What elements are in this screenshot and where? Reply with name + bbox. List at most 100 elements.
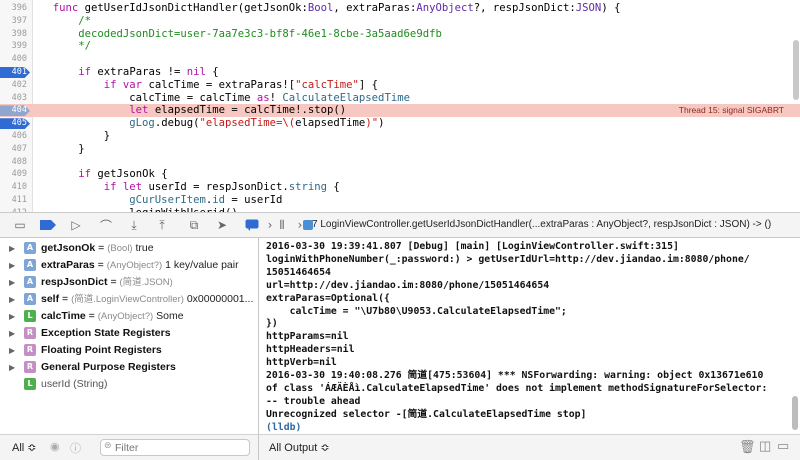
- disclosure-triangle-icon[interactable]: ▶: [9, 308, 15, 325]
- line-number: 396: [11, 3, 27, 13]
- line-number: 404: [11, 105, 27, 116]
- variable-row[interactable]: ▶ R Floating Point Registers: [0, 342, 258, 359]
- disclosure-triangle-icon[interactable]: ▶: [9, 359, 15, 376]
- disclosure-triangle-icon[interactable]: ▶: [9, 274, 15, 291]
- variable-text: extraParas = (AnyObject?) 1 key/value pa…: [41, 259, 239, 271]
- code-editor[interactable]: 396 func getUserIdJsonDictHandler(getJso…: [0, 0, 800, 212]
- variable-kind-badge: R: [24, 344, 36, 356]
- line-number: 410: [11, 182, 27, 193]
- code-line[interactable]: 396 func getUserIdJsonDictHandler(getJso…: [0, 2, 800, 15]
- console-line: url=http://dev.jiandao.im:8080/phone/150…: [266, 279, 550, 291]
- variable-type: (简道.JSON): [119, 277, 173, 288]
- variable-text: self = (简道.LoginViewController) 0x000000…: [41, 293, 254, 305]
- step-over-icon[interactable]: ⌒: [98, 217, 114, 233]
- console-line: }): [266, 318, 278, 330]
- line-number: 398: [11, 28, 27, 39]
- variables-view[interactable]: ▶ AgetJsonOk = (Bool) true ▶ AextraParas = …: [0, 238, 258, 434]
- code-text: }: [40, 130, 111, 142]
- variables-scope-popup[interactable]: All ≎: [12, 441, 37, 454]
- variable-name: self: [41, 293, 60, 305]
- disclosure-triangle-icon[interactable]: ▶: [9, 257, 15, 274]
- console-line: 2016-03-30 19:40:08.276 简道[475:53604] **…: [266, 370, 764, 381]
- variable-type: (AnyObject?): [106, 260, 163, 271]
- code-line[interactable]: 398 decodedJsonDict=user-7aa7e3c3-bf8f-4…: [0, 28, 800, 41]
- console-output-popup[interactable]: All Output ≎: [269, 441, 330, 454]
- location-icon[interactable]: ➤: [214, 217, 230, 233]
- crash-annotation[interactable]: Thread 15: signal SIGABRT: [679, 104, 784, 117]
- variable-kind-badge: R: [24, 327, 36, 339]
- variable-row[interactable]: ▶ ArespJsonDict = (简道.JSON): [0, 274, 258, 291]
- code-line[interactable]: 402 if var calcTime = extraParas!["calcT…: [0, 79, 800, 92]
- code-line-crash[interactable]: 404 let elapsedTime = calcTime!.stop() Th…: [0, 104, 800, 118]
- disclosure-triangle-icon[interactable]: ▶: [9, 291, 15, 308]
- breakpoints-toggle-icon[interactable]: [40, 217, 56, 233]
- editor-scrollbar[interactable]: [793, 40, 799, 100]
- code-line[interactable]: 411 gCurUserItem.id = userId: [0, 194, 800, 207]
- console-output[interactable]: 2016-03-30 19:39:41.807 [Debug] [main] […: [259, 238, 800, 434]
- disclosure-triangle-icon[interactable]: ▶: [9, 240, 15, 257]
- code-text: if var calcTime = extraParas!["calcTime"…: [103, 78, 379, 91]
- code-line[interactable]: 409 if getJsonOk {: [0, 168, 800, 181]
- code-line[interactable]: 405 gLog.debug("elapsedTime=\(elapsedTim…: [0, 117, 800, 130]
- variable-kind-badge: L: [24, 378, 36, 390]
- console-scrollbar[interactable]: [792, 396, 798, 430]
- variable-name: Exception State Registers: [41, 327, 171, 339]
- variable-name: getJsonOk: [41, 242, 96, 254]
- variable-text: calcTime = (AnyObject?) Some: [41, 310, 184, 322]
- eye-icon[interactable]: ◉: [50, 440, 60, 453]
- code-text: gCurUserItem.id = userId: [129, 194, 283, 206]
- code-text: calcTime = calcTime as! CalculateElapsed…: [40, 91, 410, 104]
- variable-kind-badge: A: [24, 242, 36, 254]
- code-line[interactable]: 406 }: [0, 130, 800, 143]
- split-view-icon[interactable]: ◫: [759, 438, 771, 454]
- continue-icon[interactable]: ▷: [68, 217, 84, 233]
- variable-name: respJsonDict: [41, 276, 108, 288]
- variable-text: getJsonOk = (Bool) true: [41, 242, 154, 254]
- step-into-icon[interactable]: ⤓: [126, 217, 142, 233]
- code-line[interactable]: 408: [0, 156, 800, 169]
- code-line[interactable]: 403 calcTime = calcTime as! CalculateEla…: [0, 92, 800, 105]
- stack-frame-label[interactable]: 7 LoginViewController.getUserIdJsonDictH…: [312, 219, 771, 230]
- variable-row[interactable]: ▶ Aself = (简道.LoginViewController) 0x0000…: [0, 291, 258, 308]
- disclosure-triangle-icon[interactable]: ▶: [9, 342, 15, 359]
- console-line: 2016-03-30 19:39:41.807 [Debug] [main] […: [266, 241, 679, 252]
- code-text: if extraParas != nil {: [78, 66, 219, 78]
- line-number: 401: [11, 67, 27, 77]
- console-line: -- trouble ahead: [266, 395, 361, 407]
- code-line[interactable]: 399 */: [0, 40, 800, 53]
- hide-debug-area-icon[interactable]: ▭: [12, 217, 28, 233]
- variable-row[interactable]: ▶ R General Purpose Registers: [0, 359, 258, 376]
- single-view-icon[interactable]: ▭: [777, 438, 789, 454]
- variable-value: true: [135, 242, 154, 254]
- variable-row[interactable]: ▶ AextraParas = (AnyObject?) 1 key/value …: [0, 257, 258, 274]
- thread-icon[interactable]: [244, 217, 260, 233]
- filter-input[interactable]: [115, 441, 245, 454]
- step-out-icon[interactable]: ⤒: [154, 217, 170, 233]
- queue-icon[interactable]: ⦀: [274, 217, 290, 233]
- variable-row[interactable]: ▶ R Exception State Registers: [0, 325, 258, 342]
- disclosure-triangle-icon[interactable]: ▶: [9, 325, 15, 342]
- code-line[interactable]: 410 if let userId = respJsonDict.string …: [0, 181, 800, 194]
- console-line: httpHeaders=nil: [266, 344, 355, 356]
- code-text: if getJsonOk {: [78, 168, 168, 181]
- view-hierarchy-icon[interactable]: ⧉: [186, 217, 202, 233]
- variables-filter[interactable]: ⊜: [100, 439, 250, 456]
- console-line: Unrecognized selector -[简道.CalculateElap…: [266, 408, 587, 420]
- info-icon[interactable]: ⓘ: [70, 440, 81, 456]
- lldb-prompt[interactable]: (lldb): [266, 422, 301, 434]
- code-line[interactable]: 401 if extraParas != nil {: [0, 66, 800, 79]
- code-text: decodedJsonDict=user-7aa7e3c3-bf8f-46e1-…: [78, 27, 442, 40]
- variable-type: (AnyObject?): [97, 311, 154, 322]
- debug-bar: ▭ ▷ ⌒ ⤓ ⤒ ⧉ ➤ › ⦀ › 7 LoginViewControlle…: [0, 212, 800, 238]
- code-line[interactable]: 397 /*: [0, 15, 800, 28]
- code-text: */: [78, 40, 92, 53]
- console-line: httpVerb=nil: [266, 357, 337, 369]
- variable-row[interactable]: LuserId (String): [0, 376, 258, 393]
- line-number: 403: [11, 92, 27, 103]
- code-line[interactable]: 407 }: [0, 143, 800, 156]
- variable-row[interactable]: ▶ LcalcTime = (AnyObject?) Some: [0, 308, 258, 325]
- variable-row[interactable]: ▶ AgetJsonOk = (Bool) true: [0, 240, 258, 257]
- code-line[interactable]: 400: [0, 53, 800, 66]
- variable-value: 1 key/value pair: [165, 259, 239, 271]
- trash-icon[interactable]: 🗑: [739, 439, 756, 455]
